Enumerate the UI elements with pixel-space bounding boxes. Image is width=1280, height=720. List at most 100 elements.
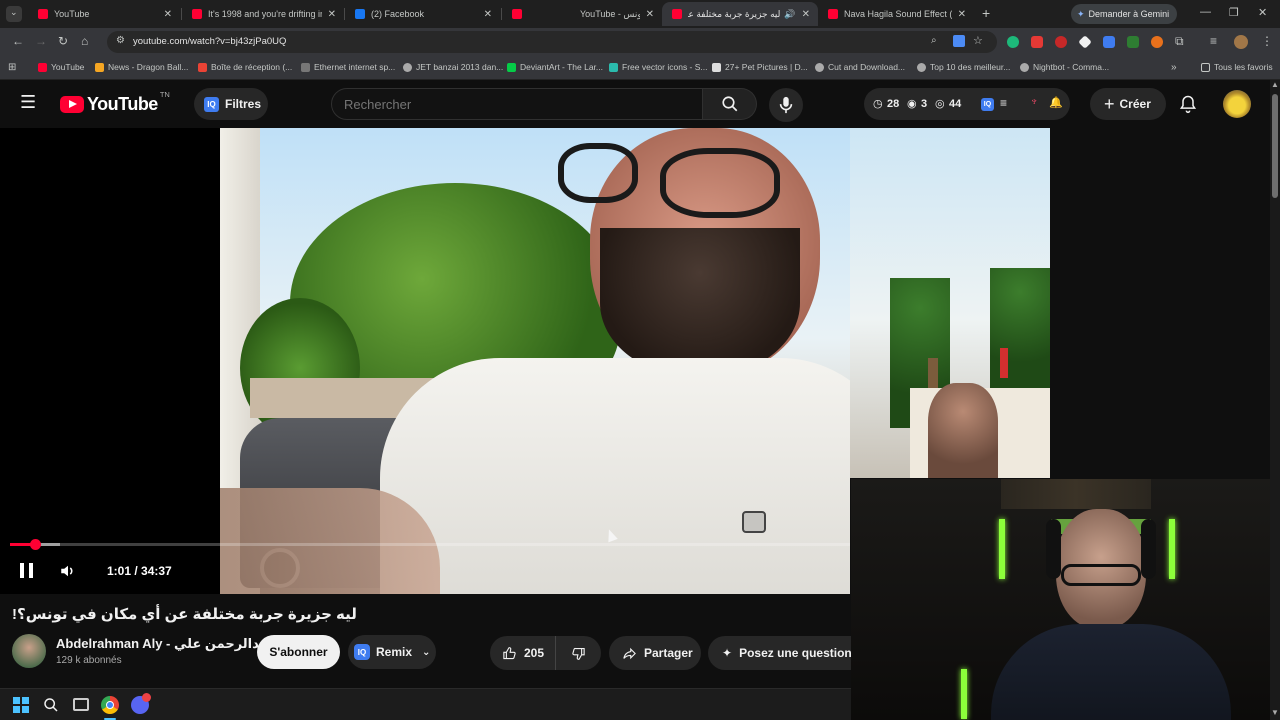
alert-bell-icon[interactable]: 🔔 <box>1049 96 1063 109</box>
bookmark-star-icon[interactable]: ☆ <box>973 34 983 47</box>
tab-djerba-video[interactable]: ليه جزيرة جربة مختلفة عن أي 🔊 ✕ <box>662 2 818 26</box>
close-window-icon[interactable]: ✕ <box>1258 6 1267 19</box>
url-text[interactable]: youtube.com/watch?v=bj43zjPa0UQ <box>133 36 286 47</box>
close-icon[interactable]: ✕ <box>328 9 336 20</box>
close-icon[interactable]: ✕ <box>646 9 654 20</box>
ask-question-button[interactable]: ✦ Posez une question <box>708 636 852 670</box>
windows-start-icon[interactable] <box>13 697 29 713</box>
channel-name[interactable]: Abdelrahman Aly - عبدالرحمن علي <box>56 636 274 652</box>
folder-icon <box>1201 62 1210 72</box>
vector-icon <box>609 62 618 72</box>
scroll-down-icon[interactable]: ▼ <box>1271 708 1279 717</box>
scrollbar-thumb[interactable] <box>1272 94 1278 198</box>
page-scrollbar[interactable]: ▲ ▼ <box>1270 80 1280 720</box>
youtube-icon <box>512 9 522 19</box>
youtube-logo[interactable]: YouTube TN <box>60 90 170 115</box>
bookmarks-overflow-icon[interactable]: » <box>1171 62 1177 73</box>
zoom-icon[interactable]: ⌕ <box>931 35 937 46</box>
all-bookmarks-button[interactable]: Tous les favoris <box>1201 62 1273 72</box>
chrome-icon[interactable] <box>101 696 119 714</box>
extension-shield-icon[interactable] <box>1127 36 1139 48</box>
extension-red-icon[interactable] <box>1031 36 1043 48</box>
close-icon[interactable]: ✕ <box>164 9 172 20</box>
voice-search-button[interactable] <box>769 88 803 122</box>
dislike-button[interactable] <box>556 636 601 670</box>
extension-green-icon[interactable] <box>1007 36 1019 48</box>
extension-orange-icon[interactable] <box>1151 36 1163 48</box>
browser-toolbar: ← → ↻ ⌂ ⚙ youtube.com/watch?v=bj43zjPa0U… <box>0 28 1280 56</box>
create-button[interactable]: + Créer <box>1090 88 1166 120</box>
trophy-icon[interactable]: ♆ <box>1030 96 1038 108</box>
bookmark-pet-pictures[interactable]: 27+ Pet Pictures | D... <box>712 62 808 72</box>
extensions-puzzle-icon[interactable]: ⧉ <box>1175 34 1184 49</box>
volume-icon[interactable] <box>59 562 77 580</box>
browser-menu-icon[interactable]: ⋮ <box>1261 34 1273 48</box>
site-info-icon[interactable]: ⚙ <box>116 35 125 46</box>
like-button[interactable]: 205 <box>490 636 556 670</box>
scroll-up-icon[interactable]: ▲ <box>1271 80 1279 89</box>
bookmark-free-vector[interactable]: Free vector icons - S... <box>609 62 708 72</box>
bookmark-dragon-ball[interactable]: News - Dragon Ball... <box>95 62 188 72</box>
apps-grid-icon[interactable]: ⊞ <box>8 62 16 73</box>
search-input[interactable] <box>344 95 684 113</box>
search-button[interactable] <box>703 88 757 120</box>
extension-blue-icon[interactable] <box>1103 36 1115 48</box>
close-icon[interactable]: ✕ <box>484 9 492 20</box>
share-button[interactable]: Partager <box>609 636 701 670</box>
plus-icon: + <box>1104 93 1115 114</box>
speaker-icon[interactable]: 🔊 <box>784 9 795 20</box>
home-icon[interactable]: ⌂ <box>81 34 88 48</box>
notifications-bell-icon[interactable] <box>1178 94 1198 114</box>
bookmark-cut-download[interactable]: Cut and Download... <box>815 62 905 72</box>
video-player[interactable]: 1:01 / 34:37 <box>0 128 850 594</box>
filters-button[interactable]: IQ Filtres <box>194 88 268 120</box>
list-icon[interactable]: ≡ <box>1000 96 1007 110</box>
search-icon <box>722 96 738 112</box>
bookmarks-bar: ⊞ YouTube News - Dragon Ball... Boîte de… <box>0 56 1280 80</box>
address-bar[interactable]: ⚙ youtube.com/watch?v=bj43zjPa0UQ ⌕ ☆ <box>107 31 997 53</box>
profile-avatar-icon[interactable] <box>1234 35 1248 49</box>
bookmark-nightbot[interactable]: Nightbot - Comma... <box>1020 62 1109 72</box>
channel-avatar[interactable] <box>12 634 46 668</box>
hamburger-menu-icon[interactable]: ☰ <box>20 92 36 113</box>
remix-button[interactable]: IQ Remix ⌄ <box>348 635 436 669</box>
progress-bar[interactable] <box>10 539 850 550</box>
tab-nava-hagila[interactable]: Nava Hagila Sound Effect (Jewi ✕ <box>818 2 974 26</box>
pause-icon[interactable] <box>20 563 34 578</box>
youtube-icon <box>828 9 838 19</box>
new-tab-button[interactable]: + <box>982 5 990 21</box>
subscribe-button[interactable]: S'abonner <box>257 635 340 669</box>
restore-icon[interactable]: ❐ <box>1229 6 1239 19</box>
task-view-icon[interactable] <box>73 698 89 711</box>
back-arrow-icon[interactable]: ← <box>12 34 24 48</box>
cast-icon[interactable] <box>953 35 965 47</box>
bookmark-top-10[interactable]: Top 10 des meilleur... <box>917 62 1010 72</box>
tab-search-button[interactable]: ⌄ <box>6 6 22 22</box>
tab-youtube[interactable]: YouTube ✕ <box>28 2 180 26</box>
taskbar-search-icon[interactable] <box>43 697 59 713</box>
tab-youtube-tunisia[interactable]: YouTube - تونس ✕ <box>570 2 662 26</box>
tab-manager-icon[interactable]: ≡ <box>1210 34 1217 48</box>
close-icon[interactable]: ✕ <box>958 9 966 20</box>
reload-icon[interactable]: ↻ <box>58 34 68 48</box>
bookmark-inbox[interactable]: Boîte de réception (... <box>198 62 292 72</box>
video-frame[interactable] <box>220 128 850 594</box>
iq-badge-icon[interactable]: IQ <box>981 98 994 111</box>
account-avatar[interactable] <box>1223 90 1251 118</box>
bookmark-deviantart[interactable]: DeviantArt - The Lar... <box>507 62 603 72</box>
chevron-down-icon[interactable]: ⌄ <box>422 647 430 658</box>
close-icon[interactable]: ✕ <box>802 9 810 20</box>
bookmark-ethernet[interactable]: Ethernet internet sp... <box>301 62 395 72</box>
tab-facebook[interactable]: (2) Facebook ✕ <box>345 2 500 26</box>
progress-thumb[interactable] <box>29 539 41 550</box>
minimize-icon[interactable]: — <box>1200 6 1211 18</box>
bookmark-youtube[interactable]: YouTube <box>38 62 84 72</box>
forward-arrow-icon[interactable]: → <box>35 34 47 48</box>
tab-youtube-pinned[interactable] <box>502 2 570 26</box>
gemini-button[interactable]: ✦ Demander à Gemini <box>1071 4 1177 24</box>
youtube-icon <box>38 62 47 72</box>
extension-diamond-icon[interactable] <box>1078 35 1092 49</box>
bookmark-jet-banzai[interactable]: JET banzai 2013 dan... <box>403 62 503 72</box>
extension-rose-icon[interactable] <box>1055 36 1067 48</box>
tab-drifting[interactable]: It's 1998 and you're drifting in t ✕ <box>182 2 344 26</box>
